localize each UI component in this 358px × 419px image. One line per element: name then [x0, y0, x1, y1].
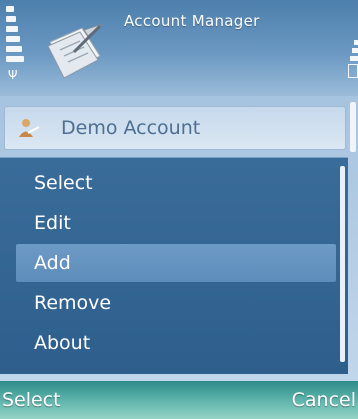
battery-level-icon	[348, 40, 358, 88]
menu-item-about[interactable]: About	[16, 324, 336, 362]
page-title: Account Manager	[124, 12, 260, 30]
menu-item-remove[interactable]: Remove	[16, 284, 336, 322]
menu-item-select[interactable]: Select	[16, 164, 336, 202]
menu-item-add[interactable]: Add	[16, 244, 336, 282]
softkey-bar: Select Cancel	[0, 381, 358, 419]
menu-item-edit[interactable]: Edit	[16, 204, 336, 242]
signal-strength-icon: Ψ	[6, 6, 24, 84]
notepad-pen-icon	[44, 22, 106, 80]
user-icon	[17, 117, 41, 139]
list-scrollbar[interactable]	[350, 102, 356, 152]
list-item[interactable]: Demo Account	[4, 106, 346, 150]
list-item-label: Demo Account	[61, 117, 201, 139]
options-menu: Select Edit Add Remove About	[0, 157, 348, 374]
menu-scrollbar[interactable]	[340, 166, 345, 362]
left-softkey[interactable]: Select	[2, 389, 61, 411]
right-softkey[interactable]: Cancel	[292, 389, 356, 411]
title-pane: Ψ Account Manager	[0, 0, 358, 96]
